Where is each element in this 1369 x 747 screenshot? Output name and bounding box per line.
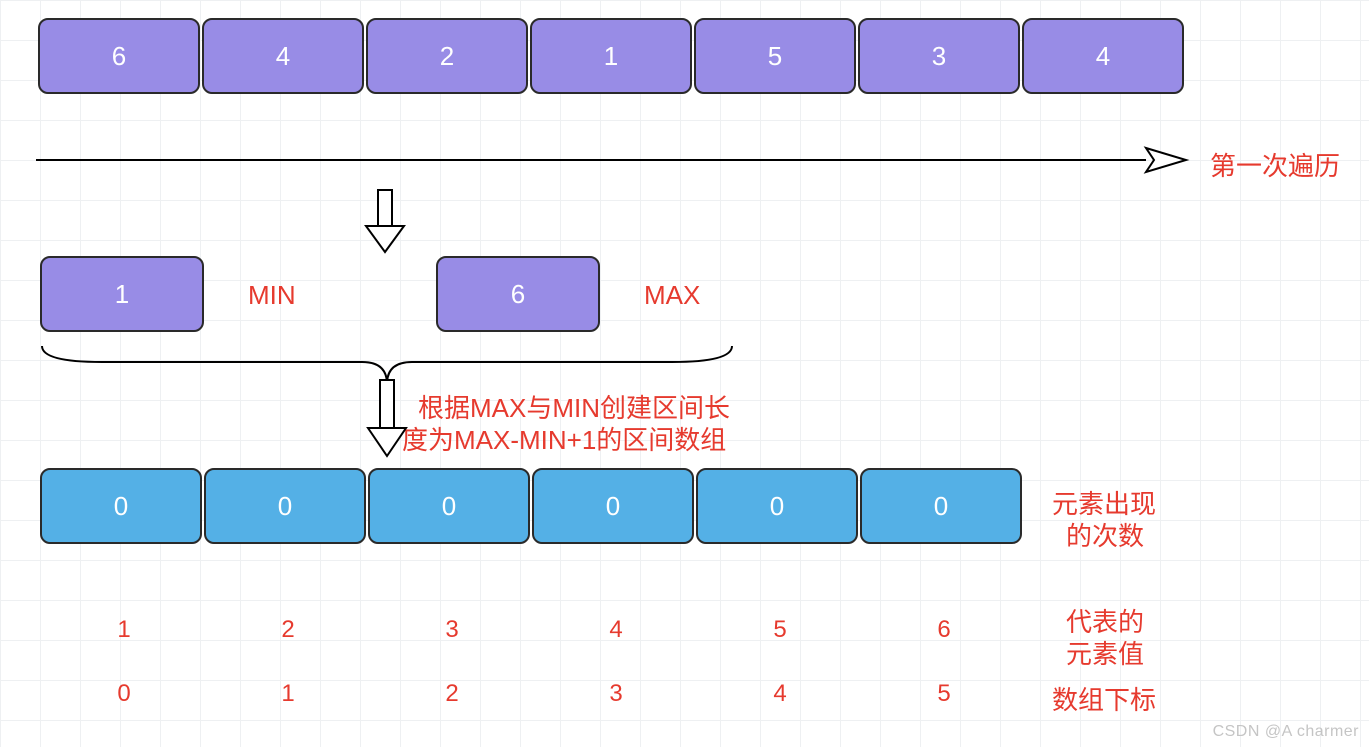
watermark: CSDN @A charmer xyxy=(1213,723,1359,741)
count-cell: 0 xyxy=(40,468,202,544)
input-cell: 4 xyxy=(1022,18,1184,94)
input-cell: 5 xyxy=(694,18,856,94)
value-label: 1 xyxy=(104,616,144,644)
count-label-line2: 的次数 xyxy=(1066,516,1144,553)
index-label: 4 xyxy=(760,680,800,708)
index-label: 2 xyxy=(432,680,472,708)
min-label: MIN xyxy=(248,280,296,311)
down-arrow-after-pass xyxy=(360,190,410,254)
values-label-line2: 元素值 xyxy=(1066,634,1144,671)
first-pass-arrow xyxy=(36,140,1186,180)
value-label: 3 xyxy=(432,616,472,644)
input-cell: 4 xyxy=(202,18,364,94)
index-label: 0 xyxy=(104,680,144,708)
count-cell: 0 xyxy=(204,468,366,544)
input-array-row: 6 4 2 1 5 3 4 xyxy=(38,18,1184,94)
value-label: 2 xyxy=(268,616,308,644)
input-cell: 1 xyxy=(530,18,692,94)
index-label: 1 xyxy=(268,680,308,708)
min-box: 1 xyxy=(40,256,204,332)
first-pass-label: 第一次遍历 xyxy=(1210,146,1340,183)
value-label: 4 xyxy=(596,616,636,644)
create-text-line2: 度为MAX-MIN+1的区间数组 xyxy=(402,420,726,457)
value-label: 6 xyxy=(924,616,964,644)
down-arrow-to-count xyxy=(362,380,412,458)
count-cell: 0 xyxy=(696,468,858,544)
count-cell: 0 xyxy=(368,468,530,544)
index-row-label: 数组下标 xyxy=(1052,680,1156,717)
max-label: MAX xyxy=(644,280,700,311)
index-label: 3 xyxy=(596,680,636,708)
index-label: 5 xyxy=(924,680,964,708)
input-cell: 6 xyxy=(38,18,200,94)
max-box: 6 xyxy=(436,256,600,332)
input-cell: 2 xyxy=(366,18,528,94)
count-array-row: 0 0 0 0 0 0 xyxy=(40,468,1022,544)
input-cell: 3 xyxy=(858,18,1020,94)
value-label: 5 xyxy=(760,616,800,644)
count-cell: 0 xyxy=(532,468,694,544)
count-cell: 0 xyxy=(860,468,1022,544)
